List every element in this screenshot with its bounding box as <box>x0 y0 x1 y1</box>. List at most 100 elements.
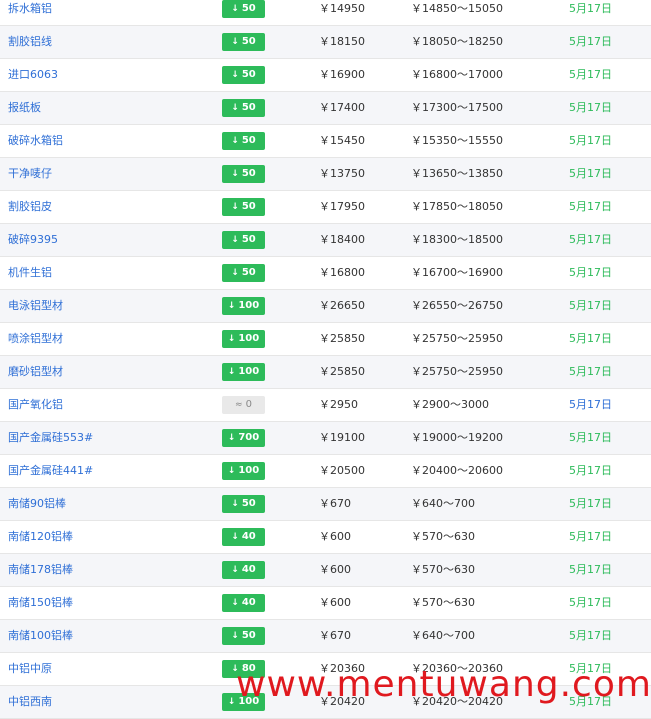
quote-date: 5月17日 <box>569 398 612 411</box>
price-range: ￥13650～13850 <box>411 167 503 180</box>
product-name-link[interactable]: 南储120铝棒 <box>8 521 73 553</box>
product-name-link[interactable]: 南储150铝棒 <box>8 587 73 619</box>
price-range: ￥20400～20600 <box>411 464 503 477</box>
product-name-link[interactable]: 割胶铝线 <box>8 26 52 58</box>
product-name-link[interactable]: 南储178铝棒 <box>8 554 73 586</box>
change-value: 50 <box>241 36 256 47</box>
price-range: ￥17300～17500 <box>411 101 503 114</box>
change-cell: ↓ 50 <box>222 264 265 282</box>
quote-date: 5月17日 <box>569 68 612 81</box>
change-badge: ≈0 <box>222 396 265 414</box>
quote-date: 5月17日 <box>569 596 612 609</box>
product-name-link[interactable]: 电泳铝型材 <box>8 290 63 322</box>
quote-date: 5月17日 <box>569 35 612 48</box>
table-row: 国产金属硅553# ↓ 700 ￥19100 ￥19000～19200 5月17日 <box>0 422 651 455</box>
change-cell: ↓ 50 <box>222 198 265 216</box>
change-cell: ≈0 <box>222 396 265 414</box>
change-value: 50 <box>241 201 256 212</box>
change-value: 50 <box>241 630 256 641</box>
average-price: ￥25850 <box>319 365 365 378</box>
table-row: 割胶铝线 ↓ 50 ￥18150 ￥18050～18250 5月17日 <box>0 26 651 59</box>
table-row: 进口6063 ↓ 50 ￥16900 ￥16800～17000 5月17日 <box>0 59 651 92</box>
change-badge: ↓ 50 <box>222 198 265 216</box>
down-arrow-icon: ↓ <box>231 70 239 80</box>
product-name-link[interactable]: 国产氧化铝 <box>8 389 63 421</box>
down-arrow-icon: ↓ <box>231 169 239 179</box>
quote-date: 5月17日 <box>569 563 612 576</box>
change-badge: ↓ 50 <box>222 0 265 18</box>
change-value: 700 <box>238 432 260 443</box>
price-range: ￥19000～19200 <box>411 431 503 444</box>
table-row: 国产金属硅441# ↓ 100 ￥20500 ￥20400～20600 5月17日 <box>0 455 651 488</box>
average-price: ￥670 <box>319 497 351 510</box>
down-arrow-icon: ↓ <box>227 301 236 311</box>
quote-date: 5月17日 <box>569 167 612 180</box>
product-name-link[interactable]: 干净唛仔 <box>8 158 52 190</box>
down-arrow-icon: ↓ <box>231 103 239 113</box>
quote-date: 5月17日 <box>569 497 612 510</box>
change-badge: ↓ 50 <box>222 495 265 513</box>
price-range: ￥570～630 <box>411 596 475 609</box>
table-row: 南储120铝棒 ↓ 40 ￥600 ￥570～630 5月17日 <box>0 521 651 554</box>
table-row: 南储100铝棒 ↓ 50 ￥670 ￥640～700 5月17日 <box>0 620 651 653</box>
product-name-link[interactable]: 进口6063 <box>8 59 58 91</box>
change-cell: ↓ 50 <box>222 0 265 18</box>
change-value: 40 <box>241 564 256 575</box>
quote-date: 5月17日 <box>569 233 612 246</box>
down-arrow-icon: ↓ <box>231 37 239 47</box>
product-name-link[interactable]: 磨砂铝型材 <box>8 356 63 388</box>
table-row: 报纸板 ↓ 50 ￥17400 ￥17300～17500 5月17日 <box>0 92 651 125</box>
product-name-link[interactable]: 南储100铝棒 <box>8 620 73 652</box>
product-name-link[interactable]: 机件生铝 <box>8 257 52 289</box>
product-name-link[interactable]: 中铝西南 <box>8 686 52 718</box>
average-price: ￥670 <box>319 629 351 642</box>
change-value: 100 <box>238 366 260 377</box>
average-price: ￥25850 <box>319 332 365 345</box>
change-cell: ↓ 100 <box>222 330 265 348</box>
change-value: 50 <box>241 69 256 80</box>
change-value: 50 <box>241 498 256 509</box>
product-name-link[interactable]: 破碎水箱铝 <box>8 125 63 157</box>
average-price: ￥2950 <box>319 398 358 411</box>
product-name-link[interactable]: 国产金属硅441# <box>8 455 93 487</box>
product-name-link[interactable]: 割胶铝皮 <box>8 191 52 223</box>
change-cell: ↓ 50 <box>222 66 265 84</box>
quote-date: 5月17日 <box>569 2 612 15</box>
average-price: ￥26650 <box>319 299 365 312</box>
change-cell: ↓ 40 <box>222 561 265 579</box>
table-row: 拆水箱铝 ↓ 50 ￥14950 ￥14850～15050 5月17日 <box>0 0 651 26</box>
change-cell: ↓ 700 <box>222 429 265 447</box>
down-arrow-icon: ↓ <box>231 268 239 278</box>
down-arrow-icon: ↓ <box>231 499 239 509</box>
product-name-link[interactable]: 中铝中原 <box>8 653 52 685</box>
price-range: ￥640～700 <box>411 629 475 642</box>
quote-date: 5月17日 <box>569 365 612 378</box>
product-name-link[interactable]: 国产金属硅553# <box>8 422 93 454</box>
change-cell: ↓ 100 <box>222 297 265 315</box>
price-range: ￥25750～25950 <box>411 365 503 378</box>
change-value: 0 <box>245 399 252 410</box>
change-cell: ↓ 40 <box>222 528 265 546</box>
product-name-link[interactable]: 喷涂铝型材 <box>8 323 63 355</box>
average-price: ￥13750 <box>319 167 365 180</box>
change-badge: ↓ 50 <box>222 264 265 282</box>
change-badge: ↓ 40 <box>222 528 265 546</box>
product-name-link[interactable]: 报纸板 <box>8 92 41 124</box>
table-row: 电泳铝型材 ↓ 100 ￥26650 ￥26550～26750 5月17日 <box>0 290 651 323</box>
product-name-link[interactable]: 拆水箱铝 <box>8 0 52 25</box>
price-range: ￥640～700 <box>411 497 475 510</box>
change-badge: ↓ 50 <box>222 99 265 117</box>
price-range: ￥2900～3000 <box>411 398 489 411</box>
change-value: 40 <box>241 597 256 608</box>
average-price: ￥18400 <box>319 233 365 246</box>
change-value: 40 <box>241 531 256 542</box>
average-price: ￥600 <box>319 596 351 609</box>
average-price: ￥17950 <box>319 200 365 213</box>
table-row: 南储150铝棒 ↓ 40 ￥600 ￥570～630 5月17日 <box>0 587 651 620</box>
change-badge: ↓ 40 <box>222 594 265 612</box>
down-arrow-icon: ↓ <box>231 631 239 641</box>
product-name-link[interactable]: 破碎9395 <box>8 224 58 256</box>
product-name-link[interactable]: 南储90铝棒 <box>8 488 66 520</box>
change-badge: ↓ 100 <box>222 330 265 348</box>
change-value: 50 <box>241 168 256 179</box>
